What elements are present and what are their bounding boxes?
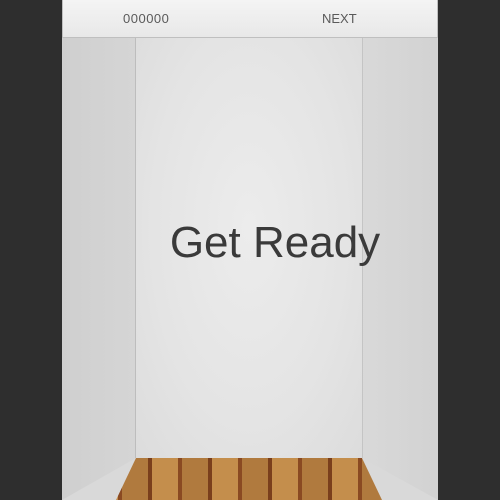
score-counter: 000000 [123,11,170,26]
hud-bar: 000000 NEXT [62,0,438,38]
next-button[interactable]: NEXT [322,11,357,26]
get-ready-message: Get Ready [169,218,381,267]
game-viewport[interactable]: 000000 NEXT Get Ready [62,0,438,500]
